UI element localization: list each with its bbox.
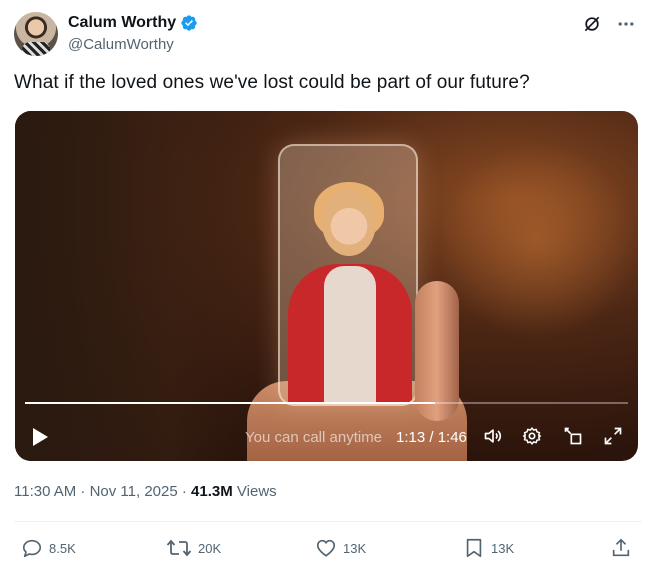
video-frame-thumb (415, 281, 459, 421)
tweet-meta: 11:30 AM · Nov 11, 2025 · 41.3M Views (14, 483, 277, 500)
handle[interactable]: @CalumWorthy (68, 36, 198, 53)
action-bar: 8.5K 20K 13K 13K (14, 537, 642, 561)
author-info: Calum Worthy @CalumWorthy (68, 13, 198, 53)
timestamp[interactable]: 11:30 AM · Nov 11, 2025 · (14, 483, 191, 500)
repost-icon (166, 539, 192, 557)
video-frame-light (438, 141, 638, 341)
share-button[interactable] (610, 537, 632, 559)
video-caption: You can call anytime (245, 429, 383, 446)
video-frame-woman-face (322, 190, 376, 256)
video-frame-shadow (15, 111, 275, 461)
like-button[interactable]: 13K (315, 537, 366, 559)
video-player[interactable]: You can call anytime 1:13 / 1:46 (15, 111, 638, 461)
share-icon (612, 538, 630, 557)
volume-icon[interactable] (482, 426, 504, 446)
verified-badge-icon (181, 15, 197, 31)
avatar[interactable] (14, 12, 58, 56)
video-controls: You can call anytime 1:13 / 1:46 (15, 421, 638, 451)
reply-button[interactable]: 8.5K (21, 537, 76, 559)
repost-count: 20K (198, 540, 222, 556)
video-frame-woman-shirt (324, 266, 376, 404)
reply-icon (22, 539, 42, 558)
tweet-header: Calum Worthy @CalumWorthy (14, 12, 642, 58)
more-icon[interactable] (616, 14, 636, 34)
reply-count: 8.5K (49, 540, 76, 556)
views-count: 41.3M (191, 483, 233, 500)
like-count: 13K (343, 540, 367, 556)
views-label: Views (232, 483, 277, 500)
fullscreen-icon[interactable] (603, 426, 623, 446)
display-name[interactable]: Calum Worthy (68, 14, 176, 32)
tweet-text: What if the loved ones we've lost could … (14, 72, 530, 93)
top-actions (582, 14, 636, 34)
divider (14, 521, 642, 522)
like-icon (316, 539, 336, 557)
settings-icon[interactable] (522, 426, 542, 446)
video-progress-fill (25, 402, 436, 404)
name-row: Calum Worthy (68, 13, 198, 33)
bookmark-count: 13K (491, 540, 515, 556)
video-progress-bar[interactable] (25, 402, 628, 404)
grok-icon[interactable] (582, 14, 602, 34)
picture-in-picture-icon[interactable] (563, 426, 583, 446)
video-frame-glass-phone (278, 144, 418, 406)
video-timecode: 1:13 / 1:46 (396, 429, 467, 446)
repost-button[interactable]: 20K (166, 537, 221, 559)
bookmark-icon (466, 538, 482, 558)
play-icon[interactable] (31, 427, 49, 447)
bookmark-button[interactable]: 13K (463, 537, 514, 559)
